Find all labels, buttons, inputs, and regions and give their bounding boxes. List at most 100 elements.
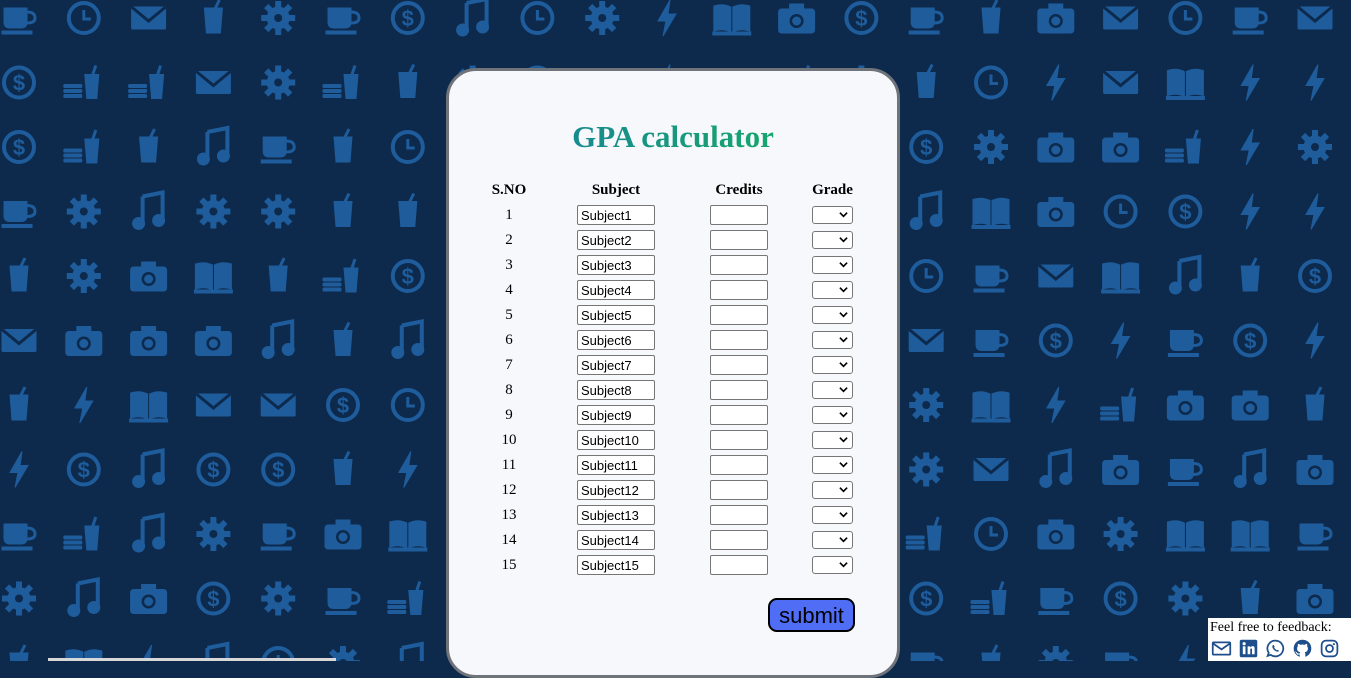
coffee-icon [259, 522, 296, 552]
subject-input[interactable] [577, 380, 655, 400]
grade-select[interactable] [812, 556, 853, 574]
header-subject: Subject [591, 182, 641, 198]
subject-input[interactable] [577, 355, 655, 375]
credits-input[interactable] [710, 555, 768, 575]
credits-input[interactable] [710, 505, 768, 525]
grade-select[interactable] [812, 481, 853, 499]
drink-icon [8, 256, 30, 293]
grade-select[interactable] [812, 281, 853, 299]
grade-select[interactable] [812, 456, 853, 474]
bolt-icon [398, 451, 418, 488]
coffee-icon [0, 200, 37, 229]
credits-input[interactable] [710, 205, 768, 225]
row-number: 10 [501, 432, 517, 448]
burger-drink-icon [62, 64, 101, 100]
camera-icon [65, 326, 103, 356]
submit-button[interactable]: submit [768, 598, 855, 632]
grade-select[interactable] [812, 406, 853, 424]
credits-input[interactable] [710, 355, 768, 375]
subject-input[interactable] [577, 330, 655, 350]
grade-select[interactable] [812, 206, 853, 224]
github-icon[interactable] [1292, 638, 1313, 659]
linkedin-icon[interactable] [1238, 638, 1259, 659]
subject-input[interactable] [577, 230, 655, 250]
table-row: 8 [449, 380, 897, 402]
credits-input[interactable] [710, 305, 768, 325]
subject-input[interactable] [577, 205, 655, 225]
grade-select[interactable] [812, 381, 853, 399]
mail-icon [259, 392, 297, 418]
header-grade: Grade [812, 182, 853, 198]
mail-icon[interactable] [1211, 638, 1232, 659]
grade-select[interactable] [812, 531, 853, 549]
feedback-panel: Feel free to feedback: [1208, 618, 1351, 661]
dollar-icon [844, 1, 879, 35]
grade-select[interactable] [812, 331, 853, 349]
coffee-icon [1037, 587, 1074, 616]
subject-input[interactable] [577, 555, 655, 575]
subject-input[interactable] [577, 305, 655, 325]
mail-icon [1037, 263, 1075, 289]
dollar-icon [326, 388, 360, 422]
subject-input[interactable] [577, 405, 655, 425]
subject-input[interactable] [577, 255, 655, 275]
gear-icon [67, 195, 101, 229]
dollar-icon [2, 65, 36, 100]
row-number: 11 [501, 457, 517, 473]
grade-select[interactable] [812, 231, 853, 249]
credits-input[interactable] [710, 280, 768, 300]
row-number: 5 [505, 307, 513, 323]
credits-input[interactable] [710, 380, 768, 400]
credits-input[interactable] [710, 405, 768, 425]
camera-icon [130, 584, 168, 614]
subject-input[interactable] [577, 530, 655, 550]
grade-select[interactable] [812, 431, 853, 449]
credits-input[interactable] [710, 480, 768, 500]
gear-icon [974, 130, 1008, 164]
gear-icon [585, 1, 619, 35]
header-sno: S.NO [491, 182, 527, 198]
instagram-icon[interactable] [1319, 638, 1340, 659]
grade-select[interactable] [812, 356, 853, 374]
subject-input[interactable] [577, 480, 655, 500]
clock-icon [974, 65, 1008, 100]
gear-icon [1298, 130, 1332, 164]
camera-icon [1102, 455, 1140, 485]
grade-select[interactable] [812, 306, 853, 324]
subject-input[interactable] [577, 280, 655, 300]
burger-drink-icon [127, 64, 166, 100]
subject-input[interactable] [577, 505, 655, 525]
whatsapp-icon[interactable] [1265, 638, 1286, 659]
table-row: 10 [449, 430, 897, 452]
credits-input[interactable] [710, 455, 768, 475]
book-icon [1165, 68, 1205, 100]
credits-input[interactable] [710, 255, 768, 275]
clock-icon [909, 259, 944, 293]
grade-select[interactable] [812, 256, 853, 274]
row-number: 14 [501, 532, 517, 548]
row-number: 1 [505, 207, 513, 223]
credits-input[interactable] [710, 230, 768, 250]
dollar-icon [196, 581, 231, 616]
book-icon [193, 262, 233, 294]
mail-icon [130, 5, 168, 31]
drink-icon [332, 321, 354, 357]
row-number: 8 [505, 382, 513, 398]
burger-drink-icon [62, 128, 101, 165]
credits-input[interactable] [710, 530, 768, 550]
credits-input[interactable] [710, 430, 768, 450]
subject-input[interactable] [577, 430, 655, 450]
subject-input[interactable] [577, 455, 655, 475]
dollar-icon [2, 130, 36, 164]
coffee-icon [907, 651, 944, 661]
coffee-icon [907, 6, 944, 36]
chevron-down-icon [839, 487, 848, 493]
grade-select[interactable] [812, 506, 853, 524]
credits-input[interactable] [710, 330, 768, 350]
music-icon [65, 577, 102, 619]
burger-drink-icon [321, 64, 360, 100]
book-icon [388, 520, 428, 552]
gpa-card: GPA calculator S.NO Subject Credits Grad… [446, 68, 900, 678]
dollar-icon [1103, 581, 1138, 616]
book-icon [971, 197, 1011, 229]
